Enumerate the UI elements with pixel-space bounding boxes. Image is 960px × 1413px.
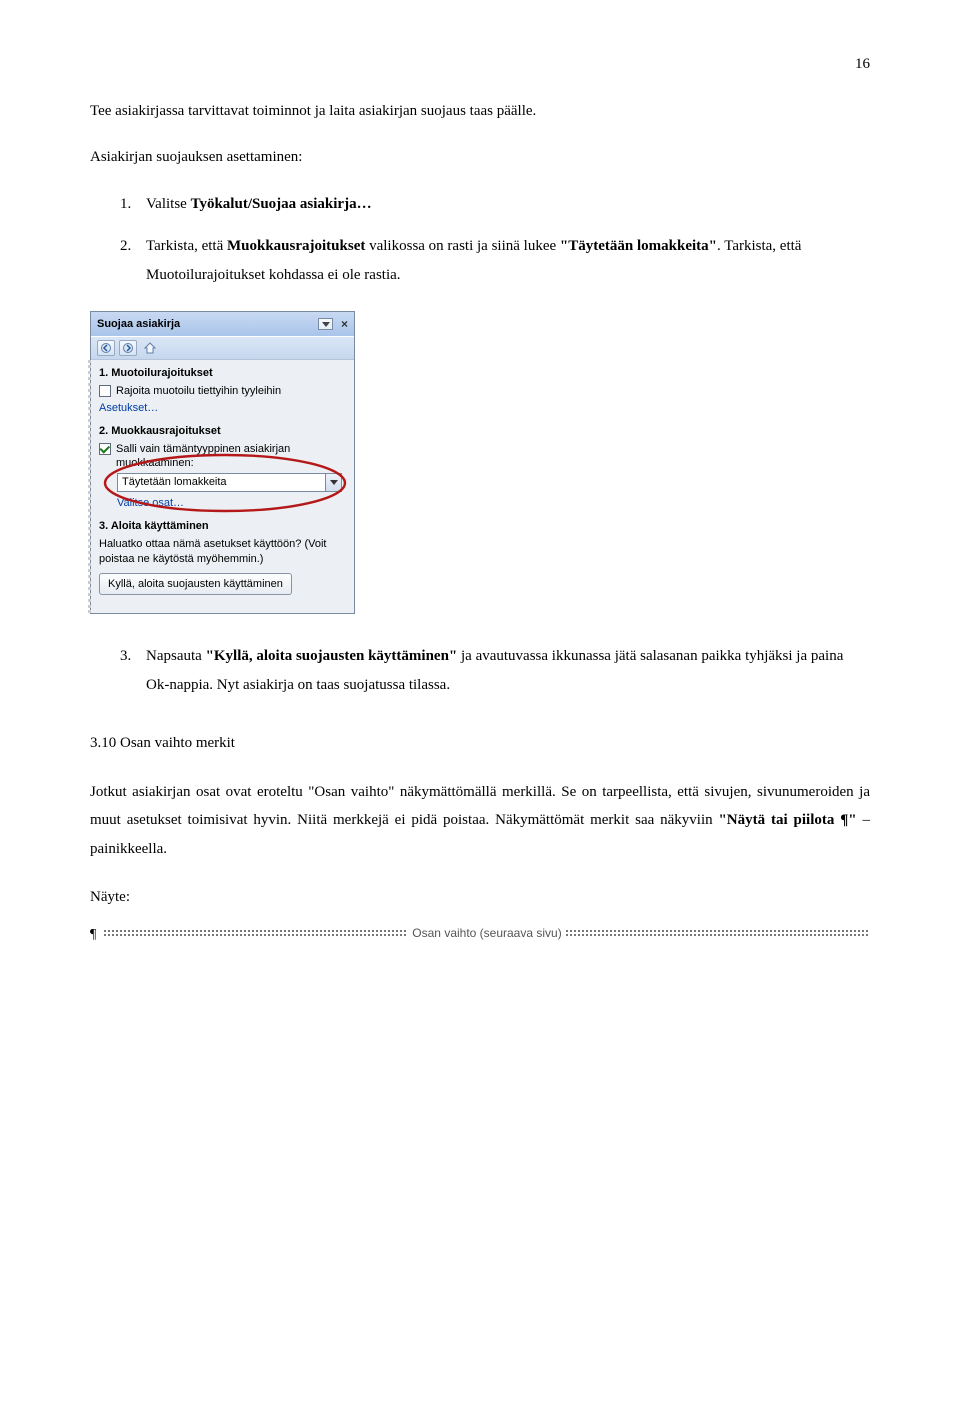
checkbox-restrict-formatting[interactable]: Rajoita muotoilu tiettyihin tyyleihin xyxy=(99,384,346,399)
chevron-down-icon xyxy=(325,474,341,491)
sample-label: Näyte: xyxy=(90,883,870,912)
pane-title-label: Suojaa asiakirja xyxy=(97,317,180,332)
page-number: 16 xyxy=(90,50,870,79)
ordered-list-2: 3. Napsauta "Kyllä, aloita suojausten kä… xyxy=(90,642,870,699)
pane-nav xyxy=(91,336,354,360)
section-break-sample: ¶ Osan vaihto (seuraava sivu) xyxy=(90,922,870,944)
combobox-value: Täytetään lomakkeita xyxy=(122,475,227,490)
section-2: 2. Muokkausrajoitukset Salli vain tämänt… xyxy=(99,424,346,511)
checkbox-label: Salli vain tämäntyyppinen asiakirjan muo… xyxy=(116,442,346,472)
protect-document-pane: Suojaa asiakirja × 1. Muotoilurajoitukse… xyxy=(90,311,355,614)
paragraph-section-breaks: Jotkut asiakirjan osat ovat eroteltu "Os… xyxy=(90,778,870,864)
section-break-dots-left xyxy=(104,930,408,936)
list-body: Valitse Työkalut/Suojaa asiakirja… xyxy=(146,190,870,219)
checkbox-label: Rajoita muotoilu tiettyihin tyyleihin xyxy=(116,384,281,399)
pane-titlebar: Suojaa asiakirja × xyxy=(91,312,354,336)
list-item-1: 1. Valitse Työkalut/Suojaa asiakirja… xyxy=(90,190,870,219)
list-body: Tarkista, että Muokkausrajoitukset valik… xyxy=(146,232,870,289)
list-number: 1. xyxy=(120,190,146,219)
checkbox-unchecked-icon xyxy=(99,385,111,397)
start-enforcing-button[interactable]: Kyllä, aloita suojausten käyttäminen xyxy=(99,573,292,596)
section-break-label: Osan vaihto (seuraava sivu) xyxy=(408,922,565,945)
pilcrow-icon: ¶ xyxy=(90,922,96,949)
text: valikossa on rasti ja siinä lukee xyxy=(365,238,560,254)
ordered-list-1: 1. Valitse Työkalut/Suojaa asiakirja… 2.… xyxy=(90,190,870,290)
paragraph-subheading: Asiakirjan suojauksen asettaminen: xyxy=(90,143,870,172)
text-bold: Muokkausrajoitukset xyxy=(227,238,365,254)
figure-taskpane: Suojaa asiakirja × 1. Muotoilurajoitukse… xyxy=(90,311,870,614)
checkbox-checked-icon xyxy=(99,443,111,455)
section-break-dots-right xyxy=(566,930,870,936)
section-1-heading: 1. Muotoilurajoitukset xyxy=(99,366,346,381)
text: Valitse xyxy=(146,196,191,212)
editing-type-combobox[interactable]: Täytetään lomakkeita xyxy=(117,473,342,492)
text-bold: "Kyllä, aloita suojausten käyttäminen" xyxy=(206,648,458,664)
paragraph-intro: Tee asiakirjassa tarvittavat toiminnot j… xyxy=(90,97,870,126)
nav-forward-button[interactable] xyxy=(119,340,137,356)
text-bold: Työkalut/Suojaa asiakirja… xyxy=(191,196,372,212)
nav-home-icon[interactable] xyxy=(141,340,159,356)
link-settings[interactable]: Asetukset… xyxy=(99,401,346,416)
heading-3-10: 3.10 Osan vaihto merkit xyxy=(90,729,870,758)
checkbox-allow-editing[interactable]: Salli vain tämäntyyppinen asiakirjan muo… xyxy=(99,442,346,472)
text-bold: "Täytetään lomakkeita" xyxy=(560,238,717,254)
pane-body: 1. Muotoilurajoitukset Rajoita muotoilu … xyxy=(88,360,354,613)
nav-back-button[interactable] xyxy=(97,340,115,356)
section-3-text: Haluatko ottaa nämä asetukset käyttöön? … xyxy=(99,537,346,567)
list-number: 3. xyxy=(120,642,146,699)
list-item-2: 2. Tarkista, että Muokkausrajoitukset va… xyxy=(90,232,870,289)
section-2-heading: 2. Muokkausrajoitukset xyxy=(99,424,346,439)
text: Napsauta xyxy=(146,648,206,664)
list-number: 2. xyxy=(120,232,146,289)
section-1: 1. Muotoilurajoitukset Rajoita muotoilu … xyxy=(99,366,346,416)
list-item-3: 3. Napsauta "Kyllä, aloita suojausten kä… xyxy=(90,642,870,699)
text-bold: "Näytä tai piilota ¶" xyxy=(718,812,856,828)
close-icon[interactable]: × xyxy=(341,316,348,332)
text: Tarkista, että xyxy=(146,238,227,254)
section-3: 3. Aloita käyttäminen Haluatko ottaa näm… xyxy=(99,519,346,595)
section-3-heading: 3. Aloita käyttäminen xyxy=(99,519,346,534)
list-body: Napsauta "Kyllä, aloita suojausten käytt… xyxy=(146,642,870,699)
link-select-sections[interactable]: Valitse osat… xyxy=(117,496,346,511)
dropdown-icon[interactable] xyxy=(318,318,333,330)
